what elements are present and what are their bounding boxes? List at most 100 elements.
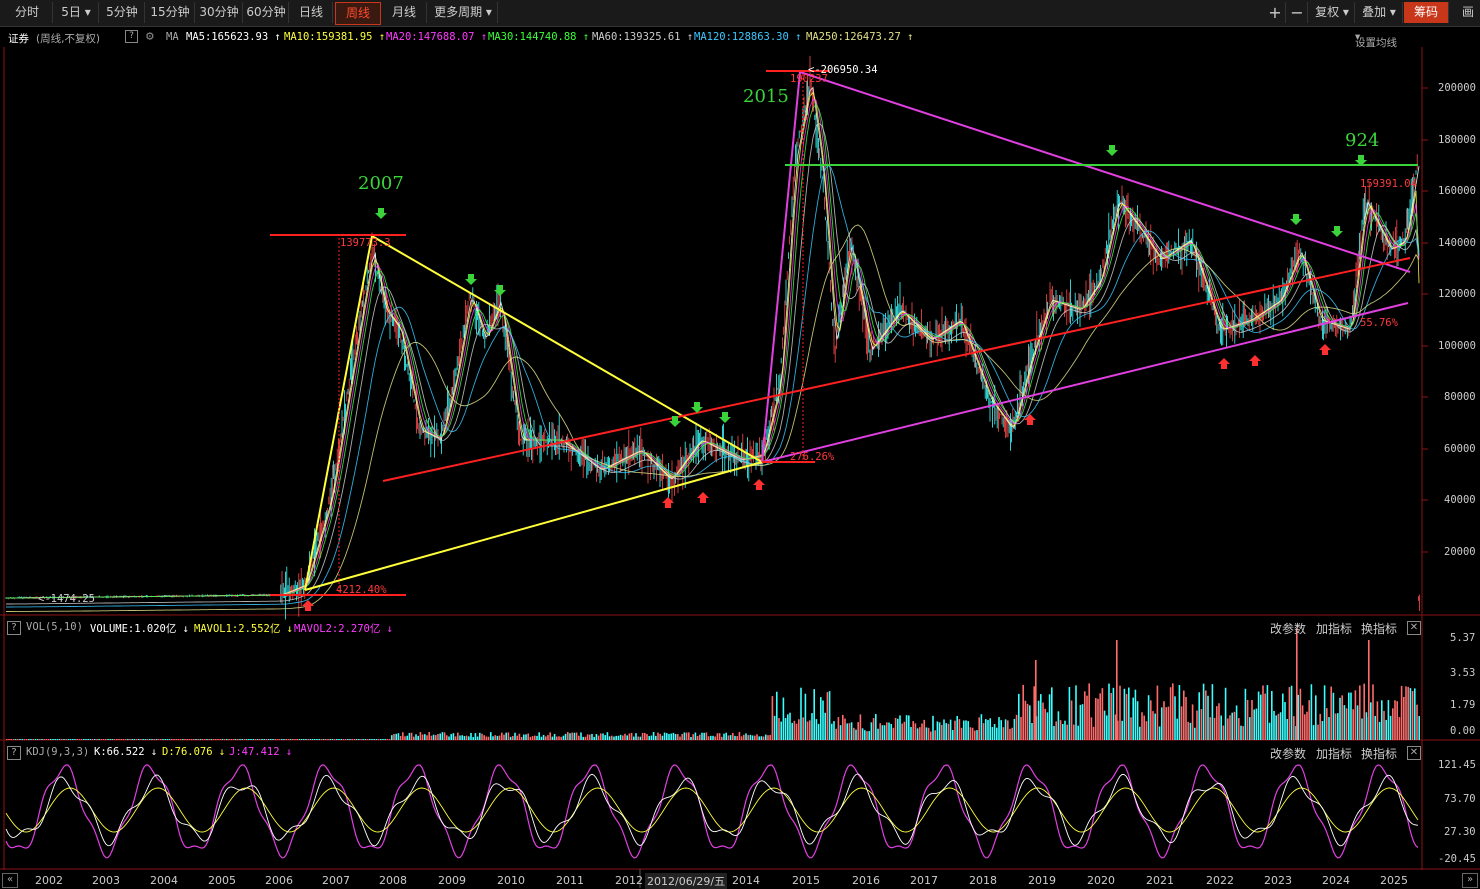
volume-bar <box>1158 726 1161 740</box>
volume-bar <box>1183 690 1185 740</box>
volume-bar <box>1095 698 1097 740</box>
volume-bar <box>798 719 800 740</box>
volume-bar <box>547 735 549 740</box>
price-axis-label: 180000 <box>1438 134 1476 146</box>
volume-bar <box>1031 723 1033 740</box>
volume-bar <box>624 733 626 740</box>
volume-bar <box>1163 701 1165 740</box>
close-icon[interactable]: ✕ <box>1407 746 1421 760</box>
volume-bar <box>879 723 881 740</box>
vol-switch-indicator-button[interactable]: 换指标 <box>1361 620 1397 637</box>
volume-bar <box>694 732 697 740</box>
crosshair-date-label: 2012/06/29/五 <box>645 873 728 889</box>
volume-bar <box>65 739 67 740</box>
year-label: 2022 <box>1206 874 1234 887</box>
volume-bar <box>602 733 604 740</box>
volume-bar <box>721 736 723 740</box>
volume-bar <box>175 739 177 740</box>
volume-bar <box>666 733 668 740</box>
help-icon[interactable]: ? <box>7 621 21 635</box>
volume-bar <box>501 732 503 740</box>
volume-bar <box>237 739 239 740</box>
volume-bar <box>201 739 204 740</box>
volume-bar <box>921 723 923 740</box>
volume-bar <box>1383 710 1385 740</box>
volume-bar <box>518 733 521 740</box>
volume-bar <box>171 739 173 740</box>
volume-bar <box>723 733 725 740</box>
volume-bar <box>628 733 631 740</box>
label-924: 924 <box>1345 130 1380 151</box>
volume-bar <box>276 739 279 740</box>
pct-2007: 4212.40% <box>336 584 387 596</box>
volume-bar <box>699 734 701 740</box>
scroll-left-button[interactable]: « <box>2 873 18 888</box>
price-axis-ticks <box>1422 87 1428 553</box>
volume-bar <box>113 739 116 740</box>
volume-bar <box>1308 700 1310 740</box>
volume-bar <box>364 739 367 740</box>
volume-bar <box>828 691 831 740</box>
volume-bar <box>756 734 758 740</box>
volume-bar <box>710 735 712 740</box>
vol-axis-label: 0.00 <box>1450 725 1476 737</box>
ma-line <box>6 91 1420 599</box>
volume-bar <box>393 734 395 740</box>
volume-bar <box>362 739 364 740</box>
volume-bar <box>1090 717 1093 740</box>
ma-line <box>6 122 1420 605</box>
volume-bar <box>872 718 875 740</box>
volume-bar <box>1110 692 1112 740</box>
volume-bar <box>120 739 122 740</box>
volume-bar <box>670 733 672 740</box>
volume-bar <box>102 739 105 740</box>
scroll-right-button[interactable]: » <box>1462 873 1478 888</box>
volume-bar <box>672 732 675 740</box>
volume-bar <box>353 739 356 740</box>
volume-bar <box>630 732 633 740</box>
volume-bar <box>6 739 8 740</box>
volume-bar <box>615 735 617 740</box>
volume-bar <box>417 735 419 740</box>
volume-bar <box>509 736 512 740</box>
volume-bar <box>674 733 677 740</box>
kdj-switch-indicator-button[interactable]: 换指标 <box>1361 745 1397 762</box>
volume-bar <box>212 739 215 740</box>
volume-bar <box>1143 715 1145 740</box>
volume-bar <box>1319 713 1321 740</box>
volume-bar <box>127 739 129 740</box>
volume-bar <box>349 739 351 740</box>
volume-bar <box>831 723 833 740</box>
volume-bar <box>190 739 193 740</box>
kdj-add-indicator-button[interactable]: 加指标 <box>1316 745 1352 762</box>
volume-bar <box>307 739 309 740</box>
vol-edit-params-button[interactable]: 改参数 <box>1270 620 1306 637</box>
volume-bar <box>923 719 925 740</box>
volume-bar <box>490 732 492 740</box>
volume-bar <box>21 739 23 740</box>
volume-bar <box>927 727 930 740</box>
help-icon[interactable]: ? <box>7 746 21 760</box>
volume-bar <box>58 739 61 740</box>
close-icon[interactable]: ✕ <box>1407 621 1421 635</box>
volume-bar <box>1387 700 1390 740</box>
trendline-2015-down <box>799 71 1411 273</box>
volume-bar <box>80 739 83 740</box>
volume-bar <box>17 739 19 740</box>
volume-bar <box>72 739 74 740</box>
kdj-edit-params-button[interactable]: 改参数 <box>1270 745 1306 762</box>
price-axis-label: 60000 <box>1444 443 1476 455</box>
volume-bar <box>430 735 433 740</box>
volume-bar <box>1312 725 1315 740</box>
volume-bar <box>837 717 840 740</box>
volume-bar <box>1112 687 1115 740</box>
volume-bar <box>980 714 983 740</box>
volume-bar <box>998 717 1000 740</box>
vol-add-indicator-button[interactable]: 加指标 <box>1316 620 1352 637</box>
volume-bar <box>839 725 842 740</box>
volume-bar <box>1323 685 1326 740</box>
volume-bar <box>1396 701 1398 740</box>
volume-bar <box>608 736 611 740</box>
volume-bar <box>600 733 602 740</box>
volume-bar <box>740 736 743 740</box>
